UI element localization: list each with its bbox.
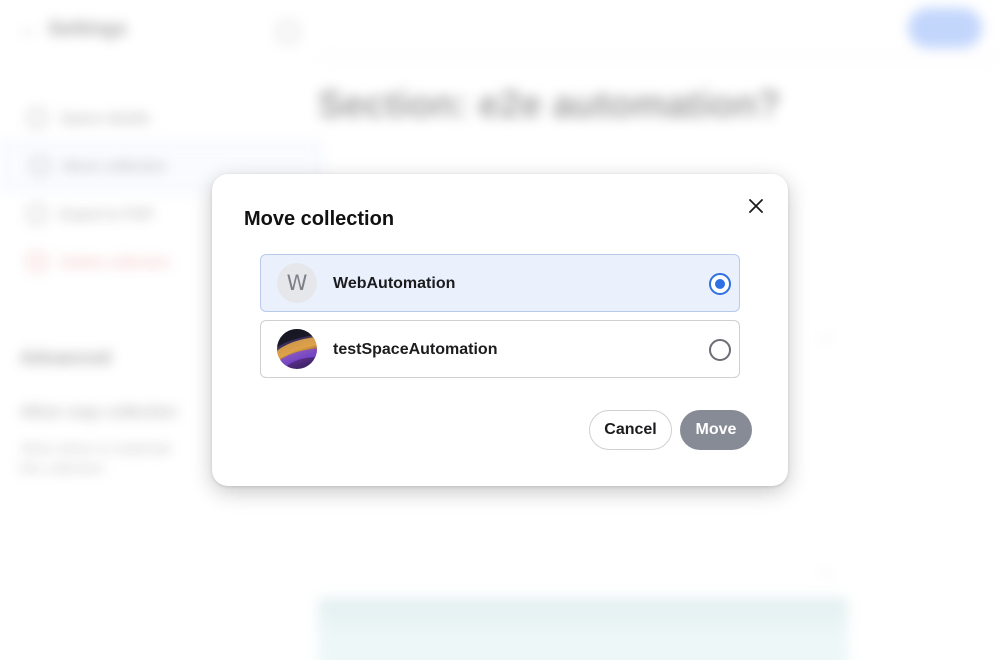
space-option-label: WebAutomation bbox=[333, 275, 456, 292]
move-collection-dialog: Move collection W WebAutomation testSpac… bbox=[212, 174, 788, 486]
radio-button-selected[interactable] bbox=[709, 273, 731, 295]
close-button[interactable] bbox=[744, 194, 768, 218]
cancel-button[interactable]: Cancel bbox=[589, 410, 672, 450]
space-option-testspaceautomation[interactable]: testSpaceAutomation bbox=[260, 320, 740, 378]
move-button[interactable]: Move bbox=[680, 410, 752, 450]
space-avatar: W bbox=[277, 263, 317, 303]
radio-button-unselected[interactable] bbox=[709, 339, 731, 361]
space-option-label: testSpaceAutomation bbox=[333, 341, 498, 358]
space-avatar-image bbox=[277, 329, 317, 369]
dialog-title: Move collection bbox=[244, 208, 395, 230]
abstract-art-icon bbox=[277, 329, 317, 369]
space-option-webautomation[interactable]: W WebAutomation bbox=[260, 254, 740, 312]
close-icon bbox=[749, 199, 763, 213]
radio-dot-icon bbox=[715, 279, 725, 289]
